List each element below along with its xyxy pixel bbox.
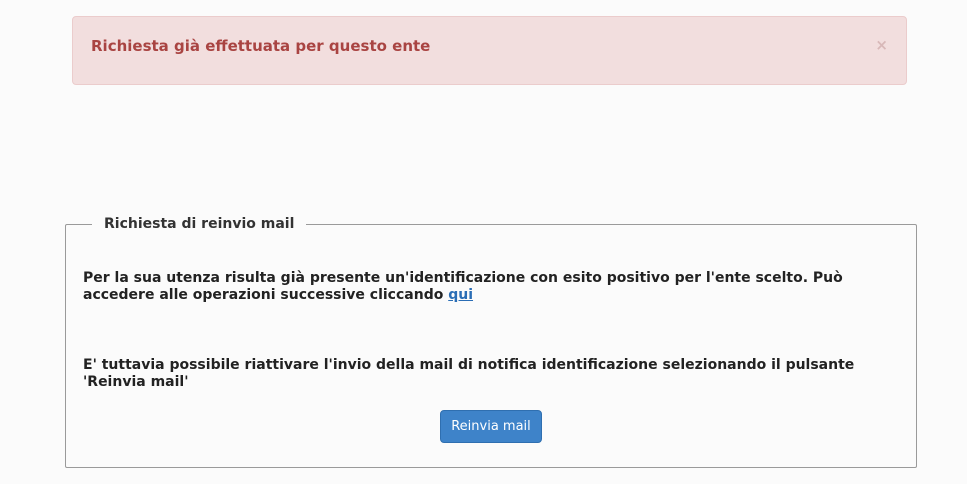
close-icon[interactable]: × bbox=[875, 36, 888, 54]
here-link[interactable]: qui bbox=[448, 287, 473, 303]
alert-message: Richiesta già effettuata per questo ente bbox=[91, 37, 431, 55]
identification-message: Per la sua utenza risulta già presente u… bbox=[83, 270, 883, 304]
resend-instructions: E' tuttavia possibile riattivare l'invio… bbox=[83, 357, 855, 390]
resend-mail-fieldset: Richiesta di reinvio mail Per la sua ute… bbox=[65, 214, 917, 468]
resend-mail-button[interactable]: Reinvia mail bbox=[440, 410, 542, 443]
error-alert: Richiesta già effettuata per questo ente… bbox=[72, 16, 907, 85]
fieldset-legend: Richiesta di reinvio mail bbox=[92, 214, 307, 234]
